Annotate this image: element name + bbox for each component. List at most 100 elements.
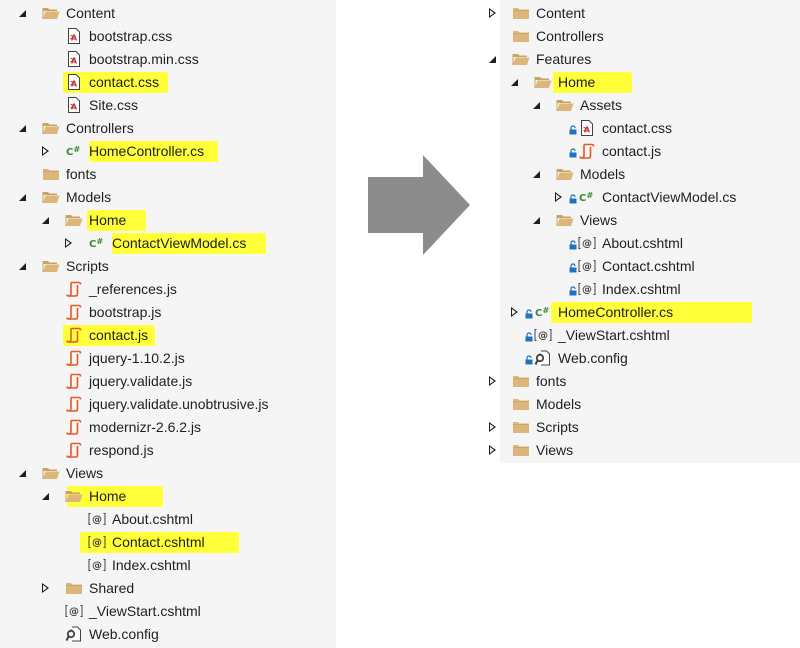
tree-row-references-js[interactable]: _references.js: [0, 278, 336, 301]
tree-row-home[interactable]: Home: [0, 485, 336, 508]
folder-open-icon: [42, 4, 60, 22]
tree-item-label: fonts: [66, 166, 97, 182]
tree-row-scripts[interactable]: Scripts: [488, 416, 800, 439]
tree-row-contact-js[interactable]: contact.js: [500, 140, 800, 163]
svg-text:@: @: [92, 561, 102, 572]
tree-item-label: bootstrap.min.css: [89, 51, 199, 67]
collapse-arrow-icon[interactable]: [486, 53, 498, 65]
tree-row-content[interactable]: Content: [0, 2, 336, 25]
tree-row-jquery-validate-js[interactable]: jquery.validate.js: [0, 370, 336, 393]
tree-row-contact-cshtml[interactable]: @ Contact.cshtml: [0, 531, 336, 554]
razor-file-icon: @: [88, 533, 106, 551]
expand-arrow-icon[interactable]: [486, 375, 498, 387]
tree-row-contact-css[interactable]: Acontact.css: [500, 117, 800, 140]
tree-row-web-config[interactable]: Web.config: [500, 347, 800, 370]
tree-row-respond-js[interactable]: respond.js: [0, 439, 336, 462]
collapse-arrow-icon[interactable]: [530, 99, 542, 111]
razor-file-icon: @: [578, 234, 596, 252]
js-file-icon: [65, 280, 83, 298]
tree-row-viewstart-cshtml[interactable]: @ _ViewStart.cshtml: [500, 324, 800, 347]
collapse-arrow-icon[interactable]: [16, 260, 28, 272]
tree-item-label: Scripts: [536, 419, 579, 435]
tree-item-label: Controllers: [536, 28, 604, 44]
js-file-icon: [65, 326, 83, 344]
tree-row-models[interactable]: Models: [0, 186, 336, 209]
folder-icon: [512, 395, 530, 413]
js-file-icon: [65, 395, 83, 413]
collapse-arrow-icon[interactable]: [16, 122, 28, 134]
tree-row-fonts[interactable]: fonts: [0, 163, 336, 186]
folder-icon: [512, 372, 530, 390]
svg-text:@: @: [582, 239, 592, 250]
tree-row-bootstrap-js[interactable]: bootstrap.js: [0, 301, 336, 324]
tree-row-index-cshtml[interactable]: @ Index.cshtml: [500, 278, 800, 301]
tree-row-bootstrap-css[interactable]: Abootstrap.css: [0, 25, 336, 48]
folder-open-icon: [42, 257, 60, 275]
expand-arrow-icon[interactable]: [486, 421, 498, 433]
tree-item-label: Shared: [89, 580, 135, 596]
tree-row-contact-css[interactable]: Acontact.css: [0, 71, 336, 94]
collapse-arrow-icon[interactable]: [39, 490, 51, 502]
tree-row-shared[interactable]: Shared: [0, 577, 336, 600]
tree-row-views[interactable]: Views: [500, 209, 800, 232]
tree-row-contact-js[interactable]: contact.js: [0, 324, 336, 347]
tree-row-bootstrap-min-css[interactable]: Abootstrap.min.css: [0, 48, 336, 71]
tree-item-label: contact.js: [89, 327, 149, 343]
tree-row-site-css[interactable]: A Site.css: [0, 94, 336, 117]
collapse-arrow-icon[interactable]: [530, 214, 542, 226]
tree-row-homecontroller-cs[interactable]: C # HomeController.cs: [0, 140, 336, 163]
tree-row-assets[interactable]: Assets: [500, 94, 800, 117]
tree-row-contact-cshtml[interactable]: @ Contact.cshtml: [500, 255, 800, 278]
tree-row-about-cshtml[interactable]: @ About.cshtml: [0, 508, 336, 531]
tree-item-label: HomeController.cs: [89, 143, 205, 159]
collapse-arrow-icon[interactable]: [16, 191, 28, 203]
tree-row-models[interactable]: Models: [500, 163, 800, 186]
collapse-arrow-icon[interactable]: [39, 214, 51, 226]
tree-row-contactviewmodel-cs[interactable]: C # ContactViewModel.cs: [500, 186, 800, 209]
tree-row-content[interactable]: Content: [488, 2, 800, 25]
tree-item-label: bootstrap.js: [89, 304, 162, 320]
tree-item-label: Index.cshtml: [602, 281, 681, 297]
expand-arrow-icon[interactable]: [486, 7, 498, 19]
lock-icon: [525, 309, 533, 319]
folder-open-icon: [65, 211, 83, 229]
expand-arrow-icon[interactable]: [62, 237, 74, 249]
tree-row-home[interactable]: Home: [500, 71, 800, 94]
tree-row-jquery-1-10-2-js[interactable]: jquery-1.10.2.js: [0, 347, 336, 370]
tree-item-label: jquery-1.10.2.js: [89, 350, 185, 366]
tree-row-scripts[interactable]: Scripts: [0, 255, 336, 278]
tree-row-homecontroller-cs[interactable]: C # HomeController.cs: [500, 301, 800, 324]
tree-row-fonts[interactable]: fonts: [488, 370, 800, 393]
expand-arrow-icon[interactable]: [39, 582, 51, 594]
tree-row-views[interactable]: Views: [0, 462, 336, 485]
tree-row-controllers[interactable]: Controllers: [500, 25, 800, 48]
tree-row-contactviewmodel-cs[interactable]: C # ContactViewModel.cs: [0, 232, 336, 255]
tree-item-label: bootstrap.css: [89, 28, 173, 44]
tree-row-jquery-validate-unobtrusive-js[interactable]: jquery.validate.unobtrusive.js: [0, 393, 336, 416]
tree-row-models[interactable]: Models: [500, 393, 800, 416]
collapse-arrow-icon[interactable]: [530, 168, 542, 180]
collapse-arrow-icon[interactable]: [16, 467, 28, 479]
tree-row-web-config[interactable]: Web.config: [0, 623, 336, 646]
tree-row-views[interactable]: Views: [488, 439, 800, 462]
tree-item-label: Home: [558, 74, 596, 90]
collapse-arrow-icon[interactable]: [508, 76, 520, 88]
svg-text:C: C: [66, 147, 73, 158]
collapse-arrow-icon[interactable]: [16, 7, 28, 19]
tree-row-modernizr-2-6-2-js[interactable]: modernizr-2.6.2.js: [0, 416, 336, 439]
tree-row-about-cshtml[interactable]: @ About.cshtml: [500, 232, 800, 255]
folder-open-icon: [42, 464, 60, 482]
tree-row-features[interactable]: Features: [488, 48, 800, 71]
expand-arrow-icon[interactable]: [486, 444, 498, 456]
tree-row-home[interactable]: Home: [0, 209, 336, 232]
expand-arrow-icon[interactable]: [508, 306, 520, 318]
tree-row-index-cshtml[interactable]: @ Index.cshtml: [0, 554, 336, 577]
tree-row-controllers[interactable]: Controllers: [0, 117, 336, 140]
folder-open-icon: [42, 119, 60, 137]
svg-text:#: #: [543, 306, 550, 315]
folder-icon: [512, 418, 530, 436]
tree-row-viewstart-cshtml[interactable]: @ _ViewStart.cshtml: [0, 600, 336, 623]
tree-item-label: _ViewStart.cshtml: [89, 603, 201, 619]
expand-arrow-icon[interactable]: [39, 145, 51, 157]
expand-arrow-icon[interactable]: [552, 191, 564, 203]
